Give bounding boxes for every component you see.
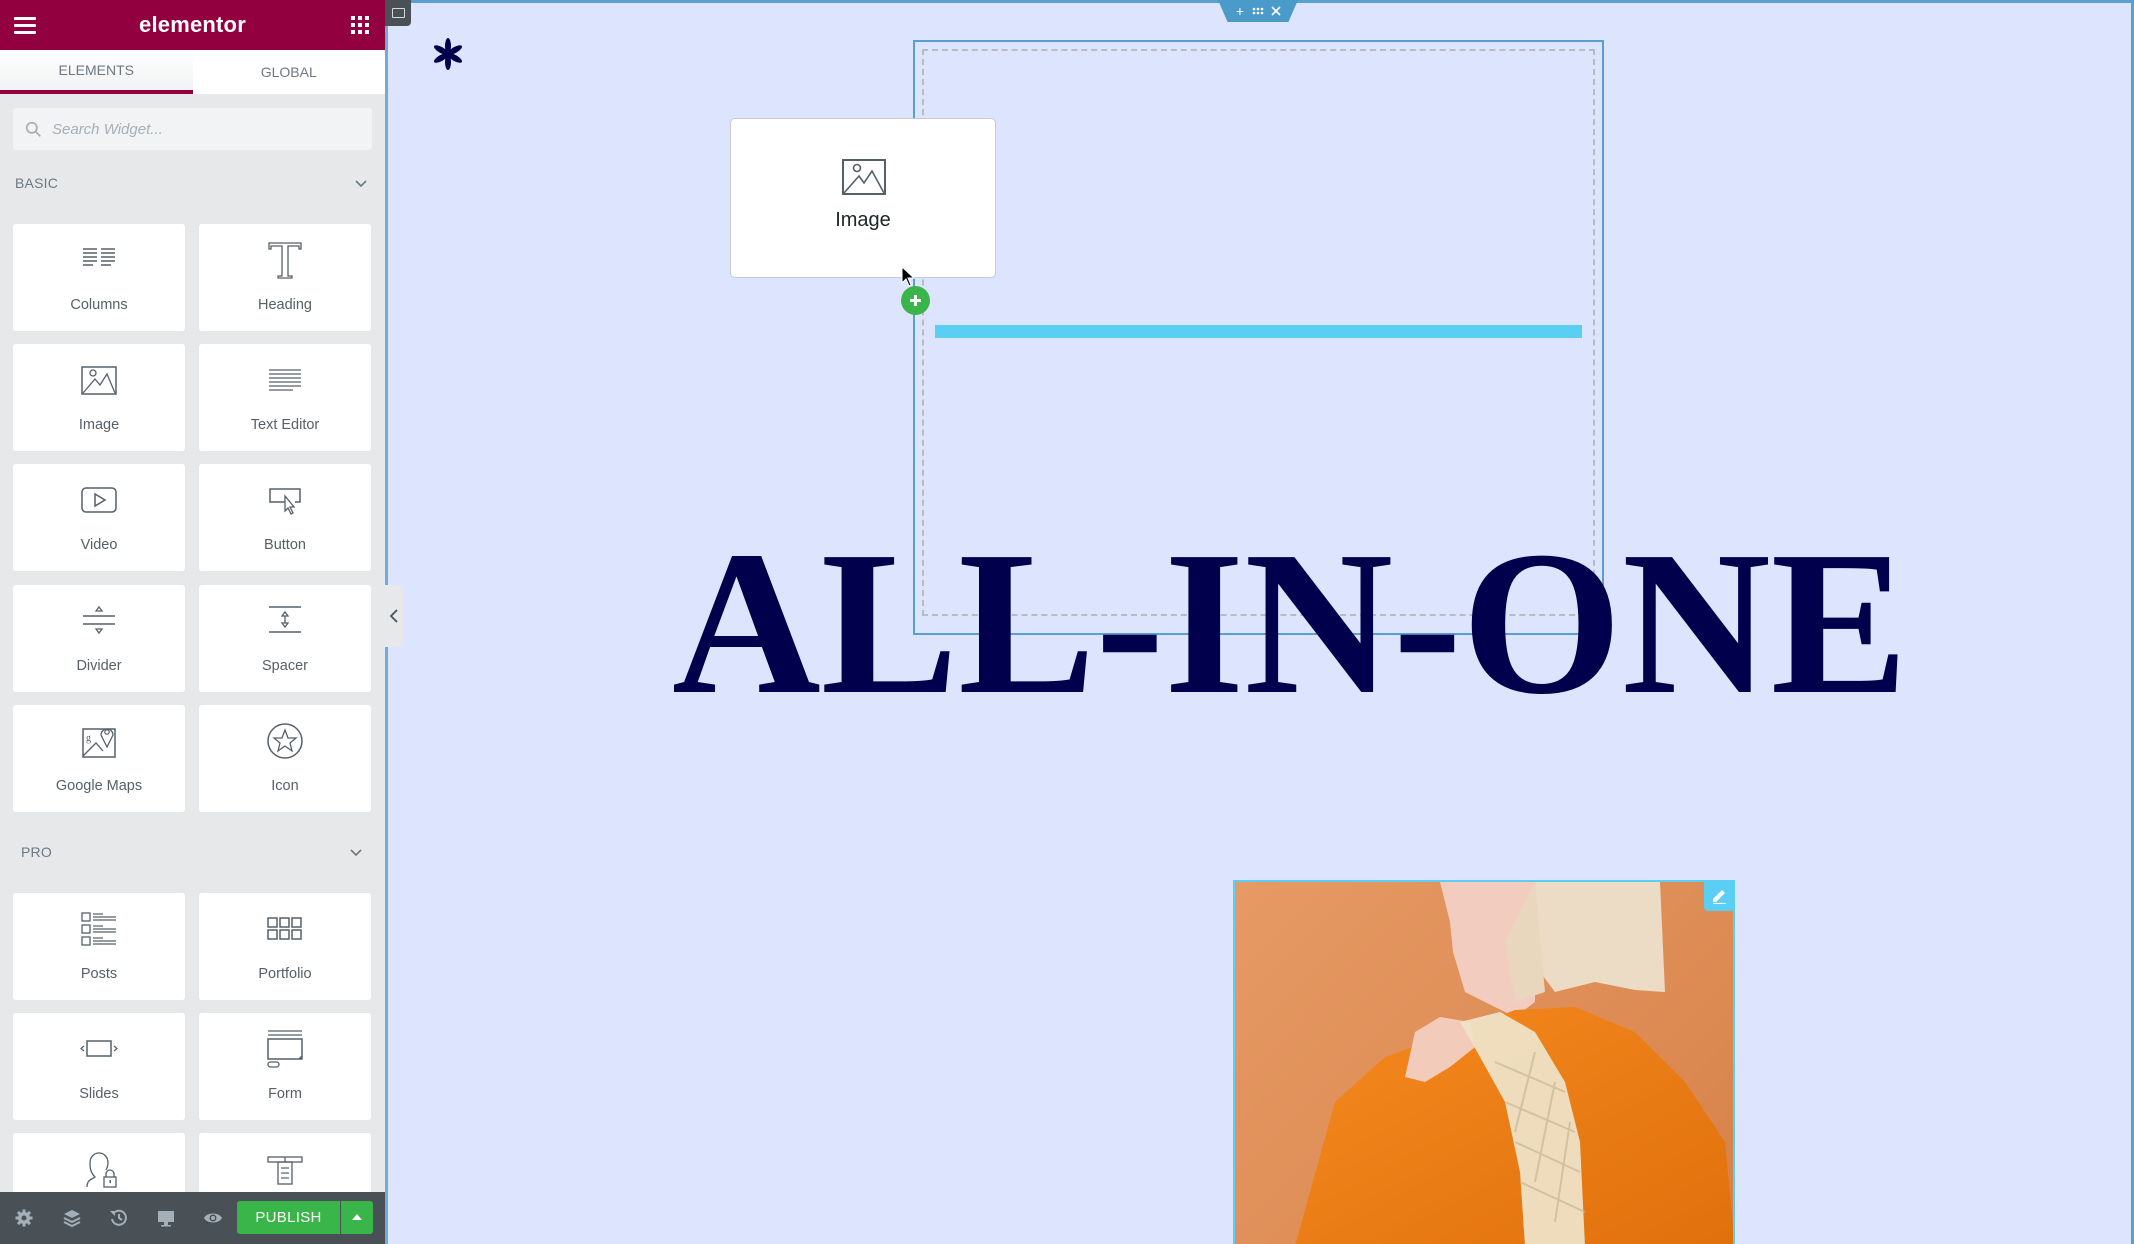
widget-form[interactable]: Form — [199, 1013, 371, 1120]
widget-button[interactable]: Button — [199, 464, 371, 571]
widget-posts[interactable]: Posts — [13, 893, 185, 1000]
image-icon — [81, 366, 117, 395]
widget-heading[interactable]: Heading — [199, 224, 371, 331]
widget-label: Google Maps — [55, 778, 143, 794]
drag-ghost-image-widget: Image — [730, 118, 996, 278]
widget-label: Divider — [76, 658, 122, 674]
add-element-plus-icon[interactable] — [901, 286, 930, 315]
edit-pencil-icon[interactable] — [1704, 880, 1735, 911]
image-widget-photo[interactable] — [1233, 880, 1735, 1244]
widget-label: Video — [80, 537, 118, 553]
star-icon — [267, 723, 303, 759]
responsive-desktop-icon[interactable] — [156, 1208, 176, 1228]
publish-options-caret-icon[interactable] — [341, 1201, 373, 1234]
panel-tabs: ELEMENTS GLOBAL — [0, 50, 385, 94]
history-icon[interactable] — [109, 1208, 129, 1228]
widget-label: Slides — [79, 1086, 119, 1102]
widget-divider[interactable]: Divider — [13, 585, 185, 692]
widget-slides[interactable]: Slides — [13, 1013, 185, 1120]
widget-label: Icon — [271, 778, 299, 794]
portfolio-icon — [267, 917, 302, 940]
category-basic-label: BASIC — [15, 175, 59, 191]
mouse-cursor-icon — [901, 266, 916, 287]
widget-label: Image — [78, 417, 120, 433]
chevron-down-icon[interactable] — [350, 849, 362, 857]
widget-image[interactable]: Image — [13, 344, 185, 451]
button-icon — [269, 488, 301, 515]
navigator-toggle-icon[interactable] — [385, 0, 411, 26]
tab-global[interactable]: GLOBAL — [192, 50, 385, 94]
divider-icon — [83, 605, 115, 635]
widget-columns[interactable]: Columns — [13, 224, 185, 331]
form-icon — [267, 1030, 303, 1068]
panel-footer: PUBLISH — [0, 1192, 385, 1244]
asterisk-icon — [433, 38, 463, 70]
category-pro-label: PRO — [21, 844, 52, 860]
panel-header: elementor — [0, 0, 385, 50]
tab-elements[interactable]: ELEMENTS — [0, 50, 193, 94]
drop-indicator — [935, 325, 1582, 338]
login-icon — [86, 1152, 117, 1188]
preview-eye-icon[interactable] — [203, 1208, 223, 1228]
section-toolbar: + — [1218, 0, 1298, 22]
widget-label: Spacer — [262, 658, 308, 674]
settings-icon[interactable] — [14, 1208, 34, 1228]
drag-ghost-label: Image — [835, 209, 891, 231]
search-input[interactable] — [52, 120, 352, 138]
widget-icon[interactable]: Icon — [199, 705, 371, 812]
collapse-panel-button[interactable] — [385, 585, 403, 647]
widget-video[interactable]: Video — [13, 464, 185, 571]
widget-google-maps[interactable]: g Google Maps — [13, 705, 185, 812]
photo-woman-orange-sweater — [1295, 882, 1733, 1244]
image-icon — [842, 159, 886, 195]
heading-icon — [268, 242, 302, 279]
widget-label: Columns — [70, 297, 128, 313]
video-icon — [81, 487, 117, 513]
page-heading[interactable]: ALL-IN-ONE — [672, 520, 1908, 726]
elementor-logo: elementor — [139, 12, 246, 37]
text-editor-icon — [269, 369, 301, 391]
columns-icon — [83, 248, 115, 266]
widget-label: Form — [268, 1086, 302, 1102]
widget-label: Text Editor — [250, 417, 320, 433]
widget-portfolio[interactable]: Portfolio — [199, 893, 371, 1000]
google-maps-icon: g — [82, 728, 116, 758]
widget-label: Heading — [257, 297, 312, 313]
add-section-icon[interactable]: + — [1232, 3, 1248, 19]
drag-handle-icon[interactable] — [1250, 3, 1266, 19]
spacer-icon — [269, 606, 301, 633]
search-icon — [25, 121, 41, 137]
publish-button[interactable]: PUBLISH — [237, 1201, 340, 1234]
navigator-layers-icon[interactable] — [62, 1208, 82, 1228]
svg-text:g: g — [86, 733, 91, 744]
widget-label: Button — [264, 537, 306, 553]
nav-menu-icon — [267, 1156, 303, 1185]
elementor-panel: elementor ELEMENTS GLOBAL BASIC Columns … — [0, 0, 385, 1244]
posts-icon — [81, 912, 116, 946]
widget-label: Portfolio — [258, 966, 312, 982]
search-widget-field[interactable] — [13, 108, 372, 150]
widget-label: Posts — [80, 966, 118, 982]
widget-text-editor[interactable]: Text Editor — [199, 344, 371, 451]
widget-spacer[interactable]: Spacer — [199, 585, 371, 692]
grid-apps-icon[interactable] — [351, 16, 369, 34]
slides-icon — [80, 1040, 118, 1057]
chevron-left-icon — [390, 609, 398, 623]
delete-section-icon[interactable] — [1268, 3, 1284, 19]
chevron-down-icon[interactable] — [355, 180, 367, 188]
